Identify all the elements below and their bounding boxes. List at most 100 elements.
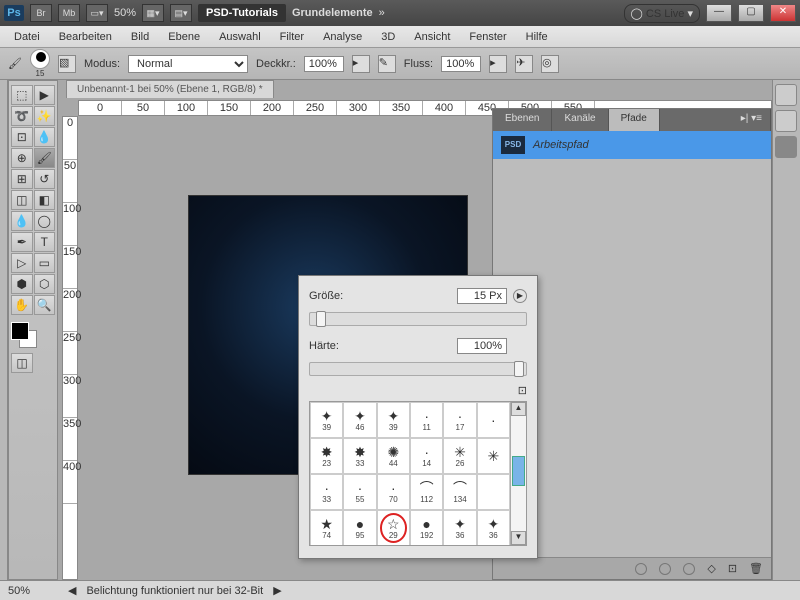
zoom-tool[interactable]: 🔍 [34,295,56,315]
menu-analyse[interactable]: Analyse [315,28,370,46]
fluss-input[interactable] [441,56,481,72]
fill-path-icon[interactable] [635,563,647,575]
brush-preset[interactable]: ●95 [343,510,376,545]
menu-bearbeiten[interactable]: Bearbeiten [51,28,120,46]
move-tool[interactable]: ⬚ [11,85,33,105]
tab-ebenen[interactable]: Ebenen [493,109,552,131]
brush-preset[interactable]: ✦36 [477,510,510,545]
menu-datei[interactable]: Datei [6,28,48,46]
size-input[interactable] [457,288,507,304]
type-tool[interactable]: T [34,232,56,252]
modus-select[interactable]: Normal [128,55,248,73]
brush-panel-toggle[interactable]: ▧ [58,55,76,73]
brush-preset[interactable]: ⌒134 [443,474,476,510]
new-path-icon[interactable]: ⊡ [728,562,737,575]
eraser-tool[interactable]: ◫ [11,190,33,210]
path-select-tool[interactable]: ▷ [11,253,33,273]
menu-filter[interactable]: Filter [272,28,312,46]
brush-tool[interactable]: 🖌 [34,148,56,168]
crop-tool[interactable]: ⊡ [11,127,33,147]
size-slider[interactable] [309,312,527,326]
stamp-tool[interactable]: ⊞ [11,169,33,189]
brush-preset[interactable]: ·55 [343,474,376,510]
brush-preset[interactable]: ✦39 [310,402,343,438]
status-arrow-right[interactable]: ▶ [273,584,281,597]
brush-preset[interactable]: · [477,402,510,438]
brush-preset[interactable]: ✺44 [377,438,410,474]
heal-tool[interactable]: ⊕ [11,148,33,168]
menu-bild[interactable]: Bild [123,28,157,46]
status-zoom[interactable]: 50% [8,585,58,597]
scroll-up[interactable]: ▲ [511,402,526,416]
delete-path-icon[interactable]: 🗑 [749,562,763,575]
menu-3d[interactable]: 3D [373,28,403,46]
menu-auswahl[interactable]: Auswahl [211,28,269,46]
brush-preset[interactable]: ·14 [410,438,443,474]
selection-from-path-icon[interactable] [683,563,695,575]
brush-preset[interactable]: ✦39 [377,402,410,438]
minimize-button[interactable]: — [706,4,732,22]
hardness-input[interactable] [457,338,507,354]
brush-preset[interactable]: ✦36 [443,510,476,545]
hardness-slider[interactable] [309,362,527,376]
workspace-psd-tutorials[interactable]: PSD-Tutorials [198,4,286,22]
brush-scrollbar[interactable]: ▲ ▼ [510,402,526,545]
tablet-pressure-size[interactable]: ◎ [541,55,559,73]
scroll-down[interactable]: ▼ [511,531,526,545]
quickmask-toggle[interactable]: ◫ [11,353,33,373]
dodge-tool[interactable]: ◯ [34,211,56,231]
workspace-grundelemente[interactable]: Grundelemente [292,7,373,19]
maximize-button[interactable]: ▢ [738,4,764,22]
brush-preset[interactable]: ·17 [443,402,476,438]
brush-preset[interactable]: ●192 [410,510,443,545]
chevron-more[interactable]: » [379,7,385,19]
fluss-arrow[interactable]: ▸ [489,55,507,73]
cs-live[interactable]: ◯ CS Live ▾ [624,4,700,23]
close-button[interactable]: ✕ [770,4,796,22]
brush-preset[interactable]: ★74 [310,510,343,545]
lasso-tool[interactable]: ➰ [11,106,33,126]
brush-preset[interactable]: ✸23 [310,438,343,474]
tablet-pressure-opacity[interactable]: ✎ [378,55,396,73]
new-preset-icon[interactable]: ⊡ [518,385,527,397]
panel-menu[interactable]: ▸| ▾≡ [733,109,771,131]
marquee-tool[interactable]: ▶ [34,85,56,105]
brush-preset[interactable]: ⌒112 [410,474,443,510]
brush-preset[interactable]: ·11 [410,402,443,438]
menu-fenster[interactable]: Fenster [461,28,514,46]
dock-icon-1[interactable] [775,84,797,106]
gradient-tool[interactable]: ◧ [34,190,56,210]
screen-mode-btn[interactable]: ▭▾ [86,4,108,22]
menu-ebene[interactable]: Ebene [160,28,208,46]
size-flyout[interactable]: ▶ [513,289,527,303]
deckkr-input[interactable] [304,56,344,72]
tab-kanaele[interactable]: Kanäle [552,109,608,131]
menu-ansicht[interactable]: Ansicht [406,28,458,46]
path-item[interactable]: PSD Arbeitspfad [493,131,771,159]
brush-preview[interactable] [30,49,50,69]
hand-tool[interactable]: ✋ [11,295,33,315]
br-btn[interactable]: Br [30,4,52,22]
brush-preset[interactable]: ·70 [377,474,410,510]
brush-preset[interactable]: ☆29 [377,510,410,545]
status-arrow-left[interactable]: ◀ [68,584,76,597]
extras-btn[interactable]: ▤▾ [170,4,192,22]
wand-tool[interactable]: ✨ [34,106,56,126]
document-tab[interactable]: Unbenannt-1 bei 50% (Ebene 1, RGB/8) * [66,80,274,98]
dock-icon-2[interactable] [775,110,797,132]
brush-preset[interactable] [477,474,510,510]
pen-tool[interactable]: ✒ [11,232,33,252]
stroke-path-icon[interactable] [659,563,671,575]
3d-tool[interactable]: ⬢ [11,274,33,294]
brush-preset[interactable]: ✳ [477,438,510,474]
zoom-label[interactable]: 50% [114,7,136,19]
brush-preset[interactable]: ✸33 [343,438,376,474]
brush-preset[interactable]: ✳26 [443,438,476,474]
color-swatches[interactable] [11,322,37,348]
blur-tool[interactable]: 💧 [11,211,33,231]
eyedropper-tool[interactable]: 💧 [34,127,56,147]
tab-pfade[interactable]: Pfade [609,109,660,131]
dock-icon-3[interactable] [775,136,797,158]
3d-camera-tool[interactable]: ⬡ [34,274,56,294]
arrange-btn[interactable]: ▦▾ [142,4,164,22]
